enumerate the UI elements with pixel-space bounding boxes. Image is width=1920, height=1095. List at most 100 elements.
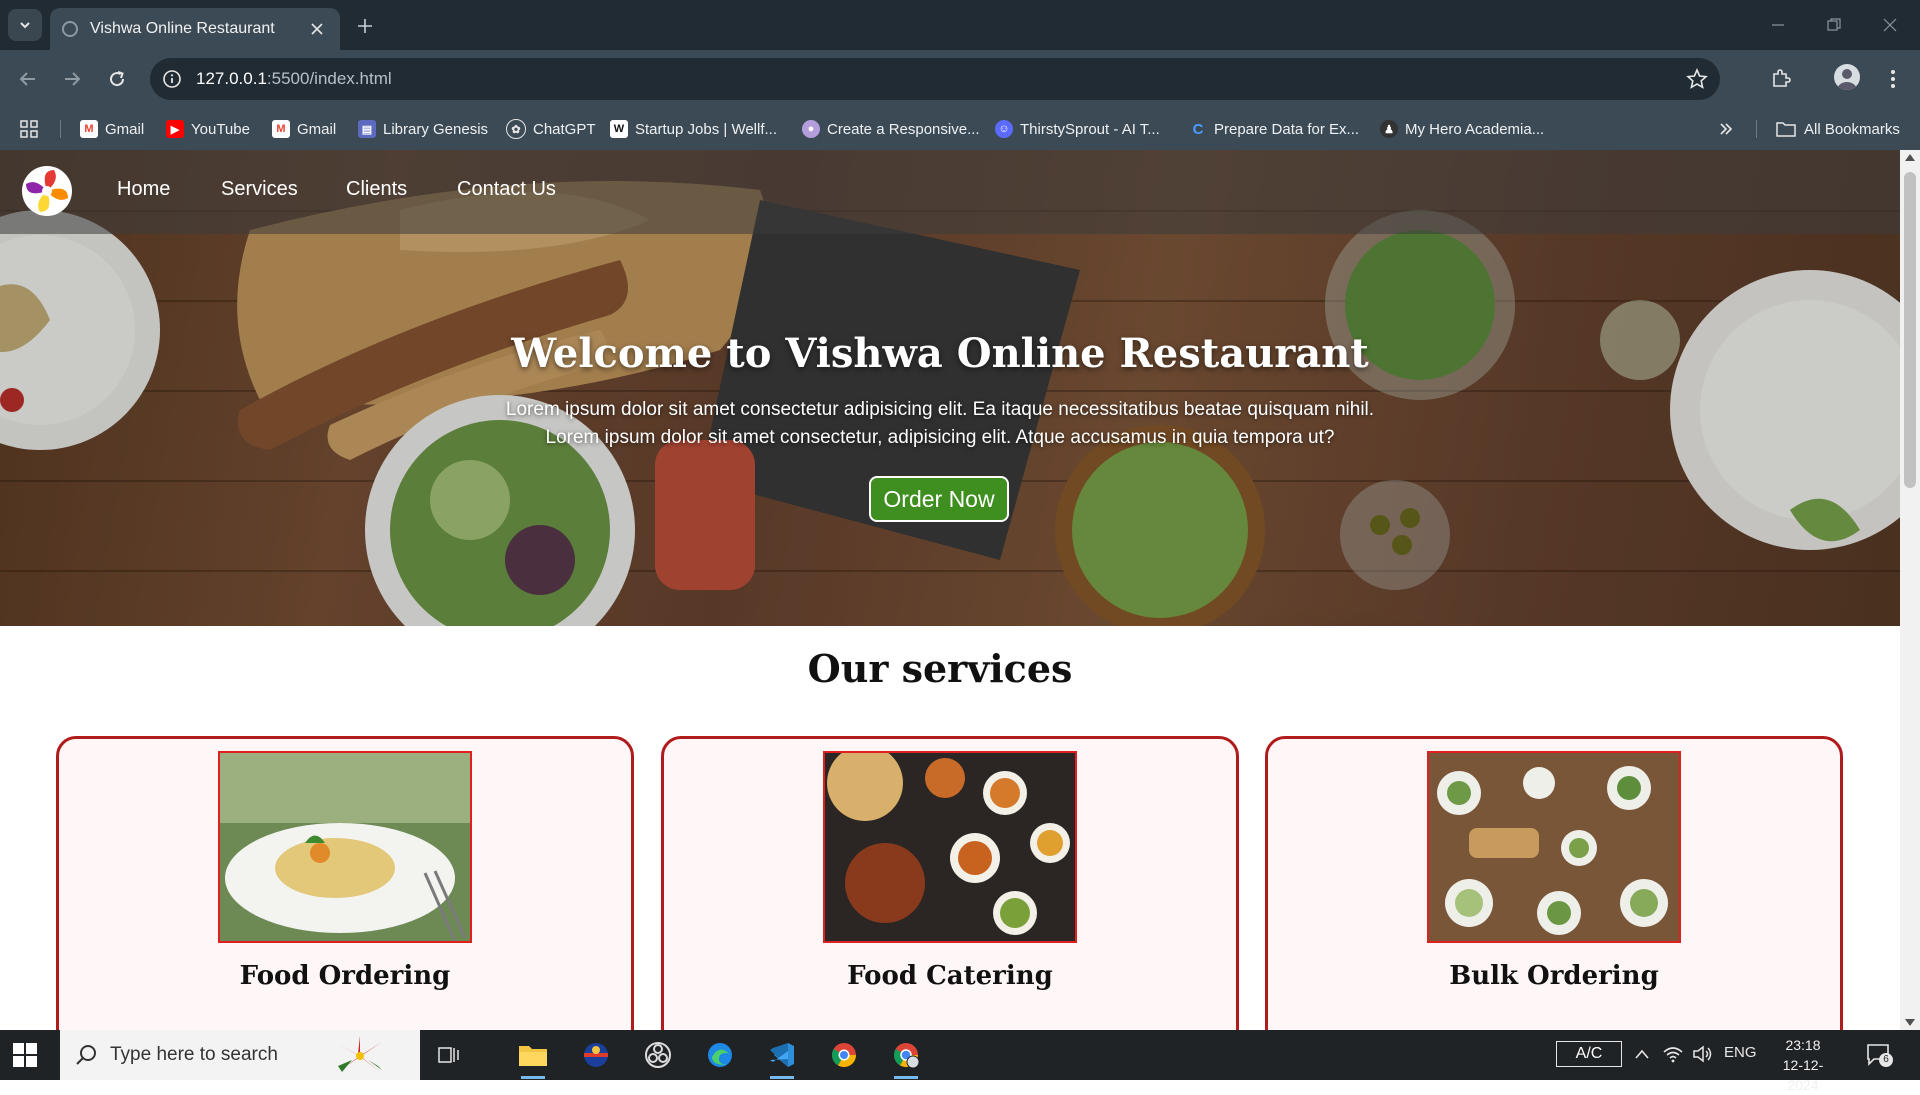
all-bookmarks-button[interactable]: All Bookmarks (1776, 116, 1900, 142)
restore-icon (1827, 18, 1841, 31)
browser-tab-active[interactable]: Vishwa Online Restaurant (50, 8, 340, 50)
scroll-down-arrow-icon[interactable] (1905, 1019, 1915, 1026)
more-bookmarks-button[interactable] (1718, 116, 1734, 142)
bookmark-youtube[interactable]: ▶ YouTube (166, 116, 250, 142)
avatar-icon: ● (802, 120, 820, 138)
apps-button[interactable] (20, 116, 38, 142)
windows-start-icon[interactable] (12, 1042, 38, 1068)
tab-search-button[interactable] (8, 9, 42, 41)
restaurant-logo-icon[interactable] (20, 164, 74, 218)
search-icon (76, 1045, 96, 1065)
bookmark-my-hero-academia[interactable]: ♟ My Hero Academia... (1380, 116, 1544, 142)
anime-icon: ♟ (1380, 120, 1398, 138)
taskbar-obs[interactable] (642, 1039, 674, 1071)
taskbar-vscode[interactable] (766, 1039, 798, 1079)
bookmark-create-responsive[interactable]: ● Create a Responsive... (802, 116, 980, 142)
chevron-down-icon (20, 22, 30, 29)
volume-icon[interactable] (1692, 1045, 1714, 1063)
bookmark-chatgpt[interactable]: ✿ ChatGPT (506, 116, 596, 142)
browser-menu-button[interactable] (1879, 65, 1907, 93)
site-info-icon[interactable] (162, 69, 182, 89)
service-name: Food Ordering (239, 961, 451, 991)
url-path: :5500/index.html (266, 69, 392, 88)
gmail-icon: M (80, 120, 98, 138)
hero-text-line-1: Lorem ipsum dolor sit amet consectetur a… (505, 399, 1375, 420)
hero-text-line-2: Lorem ipsum dolor sit amet consectetur, … (545, 427, 1335, 448)
bookmark-label: Prepare Data for Ex... (1214, 120, 1360, 138)
service-card-bulk-ordering[interactable]: Bulk Ordering (1265, 736, 1843, 1030)
reload-button[interactable] (103, 65, 131, 93)
bookmark-thirstysprout[interactable]: ☺ ThirstySprout - AI T... (995, 116, 1160, 142)
hero-title: Welcome to Vishwa Online Restaurant (511, 330, 1369, 377)
nav-link-home[interactable]: Home (117, 178, 170, 201)
service-card-food-catering[interactable]: Food Catering (661, 736, 1239, 1030)
order-now-button[interactable]: Order Now (869, 476, 1009, 522)
clock-time: 23:18 (1785, 1037, 1821, 1053)
scrollbar-thumb[interactable] (1904, 172, 1916, 488)
page-viewport: Home Services Clients Contact Us Welcome… (0, 150, 1900, 1030)
folder-icon (1776, 122, 1796, 137)
taskbar-chrome-profile[interactable] (890, 1039, 922, 1079)
back-button[interactable] (14, 65, 42, 93)
arrow-right-icon (65, 72, 81, 86)
url-host: 127.0.0.1 (196, 69, 267, 88)
taskbar-search-box[interactable]: Type here to search (60, 1030, 420, 1080)
minimize-button[interactable] (1758, 12, 1798, 38)
bookmark-wellfound[interactable]: W Startup Jobs | Wellf... (610, 116, 777, 142)
taskbar-app-round[interactable] (580, 1039, 612, 1071)
page-scrollbar[interactable] (1900, 150, 1920, 1030)
bookmark-gmail-2[interactable]: M Gmail (272, 116, 336, 142)
bookmarks-divider (60, 120, 61, 138)
bookmark-label: Startup Jobs | Wellf... (635, 120, 778, 138)
system-clock[interactable]: 23:18 12-12-2024 (1768, 1035, 1838, 1095)
service-card-food-ordering[interactable]: Food Ordering (56, 736, 634, 1030)
taskbar-edge[interactable] (704, 1039, 736, 1071)
nav-link-clients[interactable]: Clients (346, 178, 407, 201)
bookmark-label: YouTube (191, 120, 250, 138)
app-globe-icon (584, 1043, 608, 1067)
folder-icon (519, 1046, 547, 1066)
edge-icon (708, 1043, 732, 1067)
bookmark-library-genesis[interactable]: ▤ Library Genesis (358, 116, 488, 142)
taskbar-file-explorer[interactable] (517, 1039, 549, 1079)
address-bar[interactable]: 127.0.0.1:5500/index.html (150, 58, 1720, 100)
services-heading: Our services (807, 646, 1073, 691)
minimize-icon (1772, 24, 1784, 26)
browser-toolbar: 127.0.0.1:5500/index.html (0, 50, 1920, 108)
plus-icon (358, 19, 372, 33)
globe-icon (62, 21, 78, 37)
search-placeholder: Type here to search (110, 1044, 278, 1065)
bookmarks-divider (1756, 120, 1757, 138)
chrome-icon (831, 1043, 856, 1068)
notification-center-button[interactable]: 6 (1866, 1043, 1893, 1067)
chevron-up-icon[interactable] (1634, 1048, 1650, 1060)
restore-button[interactable] (1814, 12, 1854, 38)
taskbar-chrome[interactable] (828, 1039, 860, 1071)
close-icon (311, 23, 323, 35)
nav-link-contact-us[interactable]: Contact Us (457, 178, 556, 201)
thirstysprout-icon: ☺ (995, 120, 1013, 138)
language-indicator[interactable]: ENG (1724, 1044, 1757, 1061)
obs-icon (645, 1042, 671, 1068)
wellfound-icon: W (610, 120, 628, 138)
bookmark-star-icon[interactable] (1686, 68, 1708, 90)
extensions-button[interactable] (1767, 65, 1795, 93)
nav-link-services[interactable]: Services (221, 178, 298, 201)
profile-avatar[interactable] (1834, 64, 1860, 90)
tab-close-button[interactable] (306, 18, 328, 40)
ac-indicator[interactable]: A/C (1556, 1041, 1622, 1067)
reload-icon (110, 71, 125, 87)
forward-button[interactable] (58, 65, 86, 93)
task-view-button[interactable] (433, 1039, 465, 1071)
all-bookmarks-label: All Bookmarks (1804, 120, 1900, 138)
wifi-icon[interactable] (1662, 1045, 1684, 1063)
close-window-button[interactable] (1870, 12, 1910, 38)
new-tab-button[interactable] (352, 13, 378, 39)
bookmark-prepare-data[interactable]: C Prepare Data for Ex... (1189, 116, 1359, 142)
scroll-up-arrow-icon[interactable] (1905, 154, 1915, 161)
book-icon: ▤ (358, 120, 376, 138)
puzzle-icon (1773, 69, 1791, 87)
bookmark-label: ThirstySprout - AI T... (1020, 120, 1160, 138)
indian-dishes-photo (823, 751, 1077, 943)
bookmark-gmail[interactable]: M Gmail (80, 116, 144, 142)
